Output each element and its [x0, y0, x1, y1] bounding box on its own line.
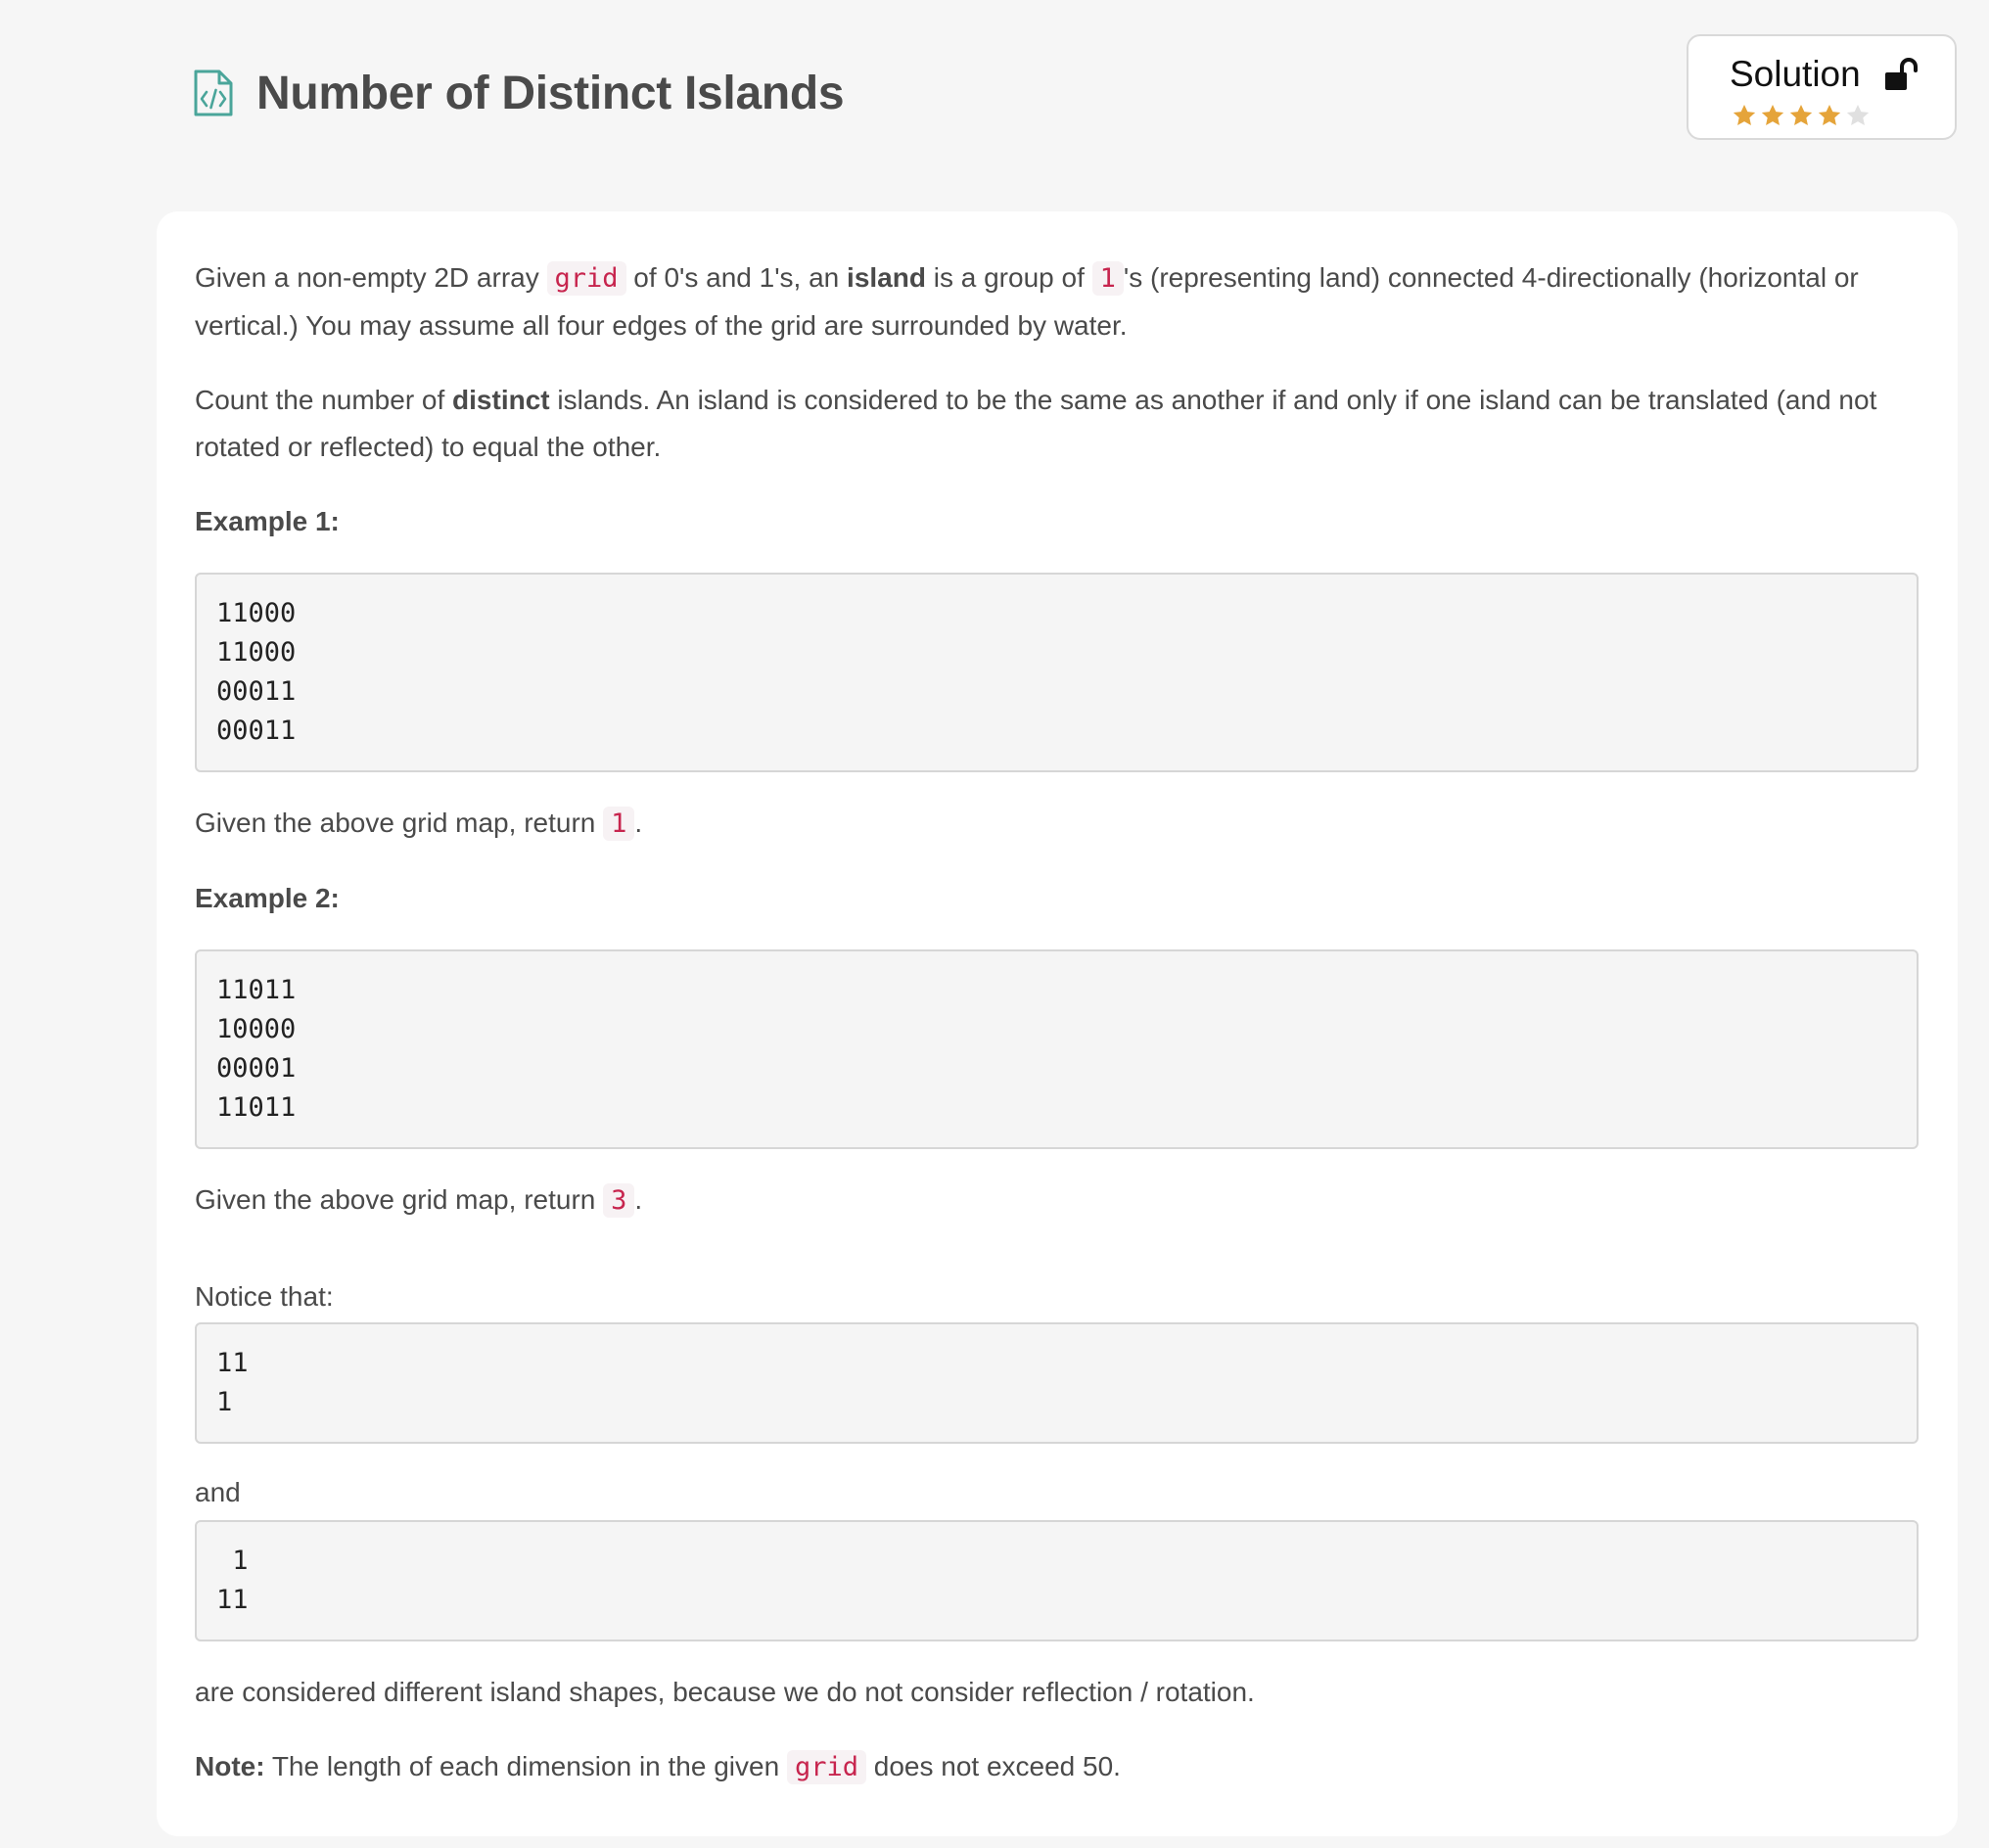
note-label: Note: [195, 1751, 265, 1781]
example-1-grid: 11000 11000 00011 00011 [195, 573, 1919, 772]
text: Given the above grid map, return [195, 1184, 604, 1215]
unlock-icon [1882, 56, 1920, 93]
example-1-result: Given the above grid map, return 1. [195, 800, 1919, 848]
star-icon [1817, 103, 1842, 128]
inline-code-grid-note: grid [786, 1750, 866, 1784]
inline-code-result-2: 3 [603, 1183, 635, 1218]
example-2-heading: Example 2: [195, 883, 340, 913]
page-title: Number of Distinct Islands [256, 67, 845, 119]
text: . [634, 808, 643, 838]
rating-stars [1732, 103, 1871, 128]
problem-description: Given a non-empty 2D array grid of 0's a… [157, 211, 1958, 1836]
inline-code-grid: grid [546, 261, 626, 296]
example-1-heading: Example 1: [195, 506, 340, 536]
problem-paragraph-2: Count the number of distinct islands. An… [195, 377, 1919, 471]
text: . [634, 1184, 643, 1215]
problem-paragraph-1: Given a non-empty 2D array grid of 0's a… [195, 254, 1919, 349]
page-header: Number of Distinct Islands [192, 59, 845, 127]
bold-island: island [847, 262, 926, 293]
text: Count the number of [195, 385, 453, 415]
notice-label: Notice that: [195, 1281, 334, 1312]
notice-shape-1: 11 1 [195, 1322, 1919, 1444]
text: Given a non-empty 2D array [195, 262, 547, 293]
text: of 0's and 1's, an [625, 262, 848, 293]
star-icon [1760, 103, 1785, 128]
star-icon [1788, 103, 1814, 128]
notice-conclusion: are considered different island shapes, … [195, 1677, 1255, 1707]
star-icon [1845, 103, 1871, 128]
example-2-result: Given the above grid map, return 3. [195, 1177, 1919, 1224]
solution-label: Solution [1730, 54, 1861, 94]
and-label: and [195, 1477, 241, 1507]
notice-shape-2: 1 11 [195, 1520, 1919, 1641]
text: The length of each dimension in the give… [264, 1751, 787, 1781]
solution-button[interactable]: Solution [1687, 34, 1957, 140]
example-2-grid: 11011 10000 00001 11011 [195, 949, 1919, 1149]
text: does not exceed 50. [865, 1751, 1121, 1781]
bold-distinct: distinct [452, 385, 550, 415]
inline-code-one: 1 [1091, 261, 1124, 296]
text: is a group of [925, 262, 1092, 293]
inline-code-result-1: 1 [603, 807, 635, 841]
star-icon [1732, 103, 1757, 128]
note-paragraph: Note: The length of each dimension in th… [195, 1743, 1919, 1791]
code-file-icon [192, 69, 235, 117]
text: Given the above grid map, return [195, 808, 604, 838]
